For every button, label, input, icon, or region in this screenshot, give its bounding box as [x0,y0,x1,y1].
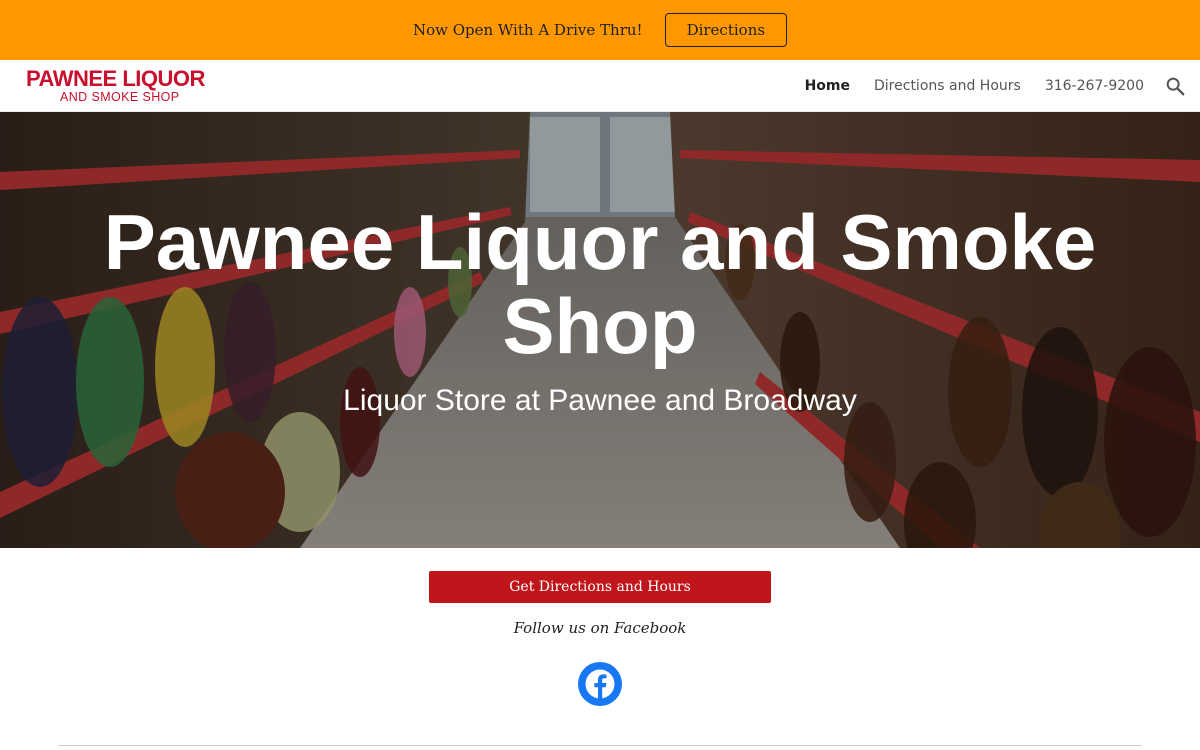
main-nav: Home Directions and Hours 316-267-9200 [781,60,1144,112]
hero-subtitle: Liquor Store at Pawnee and Broadway [343,384,857,417]
section-divider [58,745,1142,746]
nav-item-directions-hours[interactable]: Directions and Hours [874,78,1021,94]
announcement-bar: Now Open With A Drive Thru! Directions [0,0,1200,60]
get-directions-hours-button[interactable]: Get Directions and Hours [429,571,771,603]
logo-line-2: AND SMOKE SHOP [60,90,180,104]
announcement-text: Now Open With A Drive Thru! [412,21,643,39]
directions-button[interactable]: Directions [664,13,788,47]
search-icon[interactable] [1164,75,1186,97]
follow-facebook-text: Follow us on Facebook [513,619,687,637]
site-header: PAWNEE LIQUOR AND SMOKE SHOP Home Direct… [0,60,1200,112]
nav-item-phone[interactable]: 316-267-9200 [1045,78,1144,94]
logo-line-1: PAWNEE LIQUOR [26,66,205,91]
hero-banner: Pawnee Liquor and Smoke Shop Liquor Stor… [0,112,1200,548]
hero-title: Pawnee Liquor and Smoke Shop [103,198,1097,370]
site-logo[interactable]: PAWNEE LIQUOR AND SMOKE SHOP [26,66,226,106]
facebook-icon[interactable] [577,661,623,707]
nav-item-home[interactable]: Home [805,78,850,94]
